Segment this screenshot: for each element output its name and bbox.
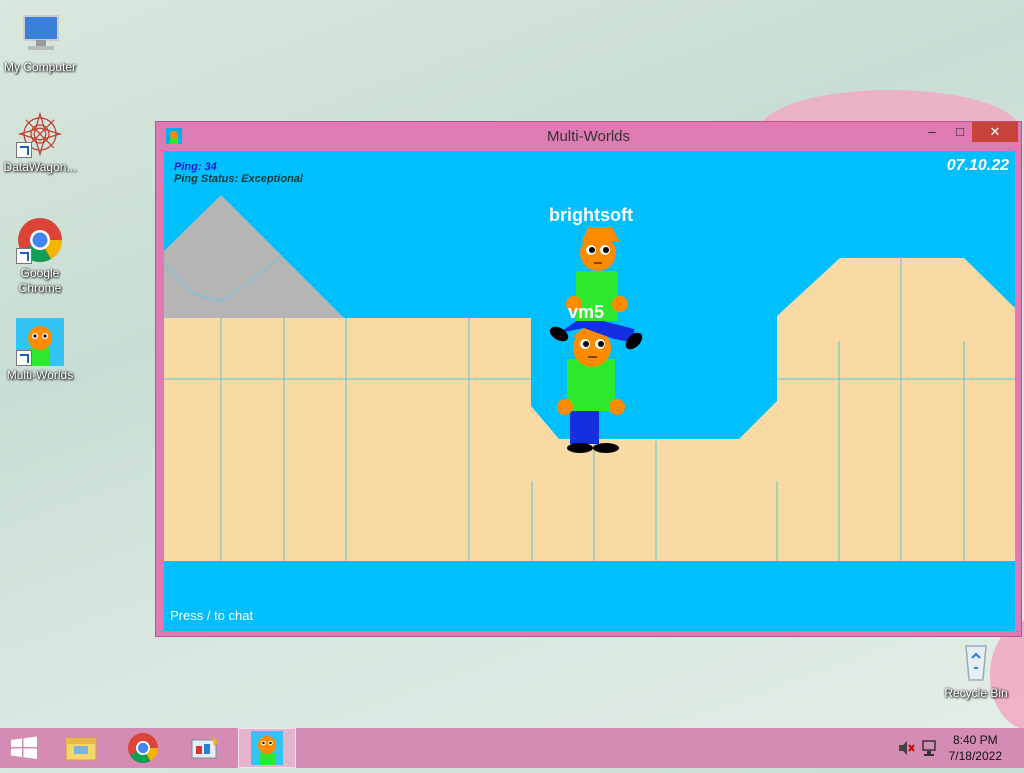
taskbar-chrome[interactable] xyxy=(114,728,172,768)
game-canvas[interactable]: Ping: 34 Ping Status: Exceptional 07.10.… xyxy=(164,151,1015,631)
file-explorer-icon xyxy=(65,737,97,761)
ping-status: Ping Status: Exceptional xyxy=(174,173,303,185)
desktop-icon-recycle-bin[interactable]: Recycle Bin xyxy=(936,636,1016,701)
control-panel-icon xyxy=(191,736,218,759)
datawagon-icon xyxy=(16,110,64,158)
start-button[interactable] xyxy=(0,728,58,768)
close-button[interactable]: ✕ xyxy=(972,122,1018,142)
desktop-icon-multi-worlds[interactable]: Multi-Worlds xyxy=(0,318,80,383)
desktop-icon-label: DataWagon... xyxy=(3,160,77,174)
game-date: 07.10.22 xyxy=(946,157,1009,174)
shortcut-arrow-icon xyxy=(16,142,32,158)
desktop-icon-my-computer[interactable]: My Computer xyxy=(0,10,80,75)
chrome-icon xyxy=(16,216,64,264)
taskbar-control-panel[interactable] xyxy=(176,728,234,768)
player-name-brightsoft: brightsoft xyxy=(549,205,633,225)
minimize-button[interactable]: – xyxy=(917,122,947,142)
chat-hint: Press / to chat xyxy=(170,608,254,623)
desktop-icon-datawagon[interactable]: DataWagon... xyxy=(0,110,80,175)
ping-value: Ping: 34 xyxy=(174,161,217,173)
window-title: Multi-Worlds xyxy=(546,128,631,145)
desktop-icon-google-chrome[interactable]: Google Chrome xyxy=(0,216,80,296)
taskbar: 8:40 PM 7/18/2022 xyxy=(0,728,1024,768)
clock-time: 8:40 PM xyxy=(952,733,998,747)
clock-date: 7/18/2022 xyxy=(948,749,1002,763)
system-clock[interactable]: 8:40 PM 7/18/2022 xyxy=(949,732,1002,764)
recycle-bin-icon xyxy=(952,636,1000,684)
taskbar-multi-worlds[interactable] xyxy=(238,728,296,768)
multi-worlds-window: Multi-Worlds – □ ✕ Ping: 34 Ping Status:… xyxy=(155,121,1022,637)
stone-pyramid xyxy=(164,195,344,318)
window-titlebar[interactable]: Multi-Worlds – □ ✕ xyxy=(156,122,1021,150)
desktop-icon-label: Recycle Bin xyxy=(944,686,1008,700)
desktop-icon-label: Multi-Worlds xyxy=(6,368,74,382)
desktop-icon-label: My Computer xyxy=(3,60,77,74)
shortcut-arrow-icon xyxy=(16,248,32,264)
network-icon[interactable] xyxy=(920,738,940,758)
player-name-vm5: vm5 xyxy=(568,302,605,322)
ping-info: Ping: 34 Ping Status: Exceptional xyxy=(174,161,303,185)
maximize-button[interactable]: □ xyxy=(945,122,975,142)
multi-worlds-icon xyxy=(16,318,64,366)
multi-worlds-icon xyxy=(251,731,283,765)
volume-muted-icon[interactable] xyxy=(896,738,916,758)
shortcut-arrow-icon xyxy=(16,350,32,366)
start-icon xyxy=(11,736,37,759)
chrome-icon xyxy=(128,733,158,764)
taskbar-file-explorer[interactable] xyxy=(52,728,110,768)
player-vm5-character xyxy=(557,326,625,453)
desktop-icon-label: Google Chrome xyxy=(18,266,62,295)
computer-icon xyxy=(16,10,64,58)
